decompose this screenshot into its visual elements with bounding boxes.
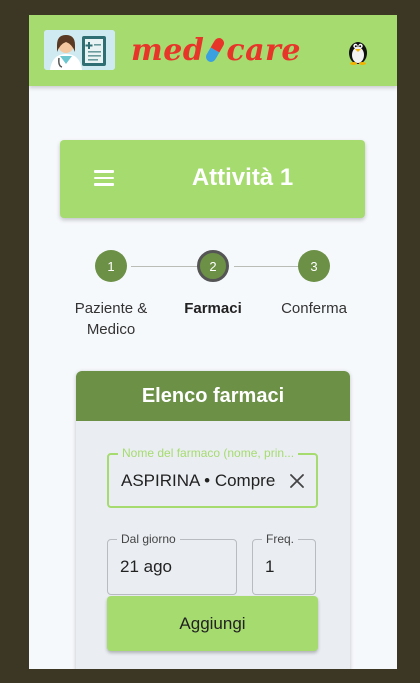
app-screen: med care Attività 1 1 2 3 Paziente & Med…	[29, 15, 397, 669]
step-1-label: Paziente & Medico	[74, 300, 148, 338]
step-connector	[131, 266, 197, 267]
step-3-circle[interactable]: 3	[298, 250, 330, 282]
from-day-field[interactable]: Dal giorno 21 ago	[107, 532, 237, 595]
step-2-circle[interactable]: 2	[197, 250, 229, 282]
brand-text-left: med	[131, 32, 205, 68]
doctor-clipboard-icon	[44, 30, 115, 70]
penguin-avatar-icon[interactable]	[345, 37, 371, 65]
activity-title-card: Attività 1	[60, 140, 365, 218]
step-3-label: Conferma	[281, 300, 347, 317]
brand-logo: med care	[131, 30, 301, 70]
add-drug-button[interactable]: Aggiungi	[107, 596, 318, 651]
drug-name-value[interactable]: ASPIRINA • Compress	[121, 455, 276, 506]
page-title: Attività 1	[191, 164, 294, 191]
step-connector	[234, 266, 300, 267]
pill-icon	[205, 35, 225, 65]
drug-list-header: Elenco farmaci	[76, 371, 350, 421]
frequency-field[interactable]: Freq. 1	[252, 532, 316, 595]
frequency-value[interactable]: 1	[265, 540, 274, 594]
drug-name-field[interactable]: Nome del farmaco (nome, prin... ASPIRINA…	[107, 446, 318, 508]
app-bar: med care	[29, 15, 397, 86]
clear-icon[interactable]	[290, 473, 304, 488]
step-2-label: Farmaci	[184, 300, 242, 317]
from-day-value[interactable]: 21 ago	[120, 540, 172, 594]
progress-stepper: 1 2 3 Paziente & Medico Farmaci Conferma	[29, 250, 397, 350]
drug-list-card: Elenco farmaci Nome del farmaco (nome, p…	[76, 371, 350, 669]
brand-text-right: care	[226, 32, 301, 68]
step-1-circle[interactable]: 1	[95, 250, 127, 282]
